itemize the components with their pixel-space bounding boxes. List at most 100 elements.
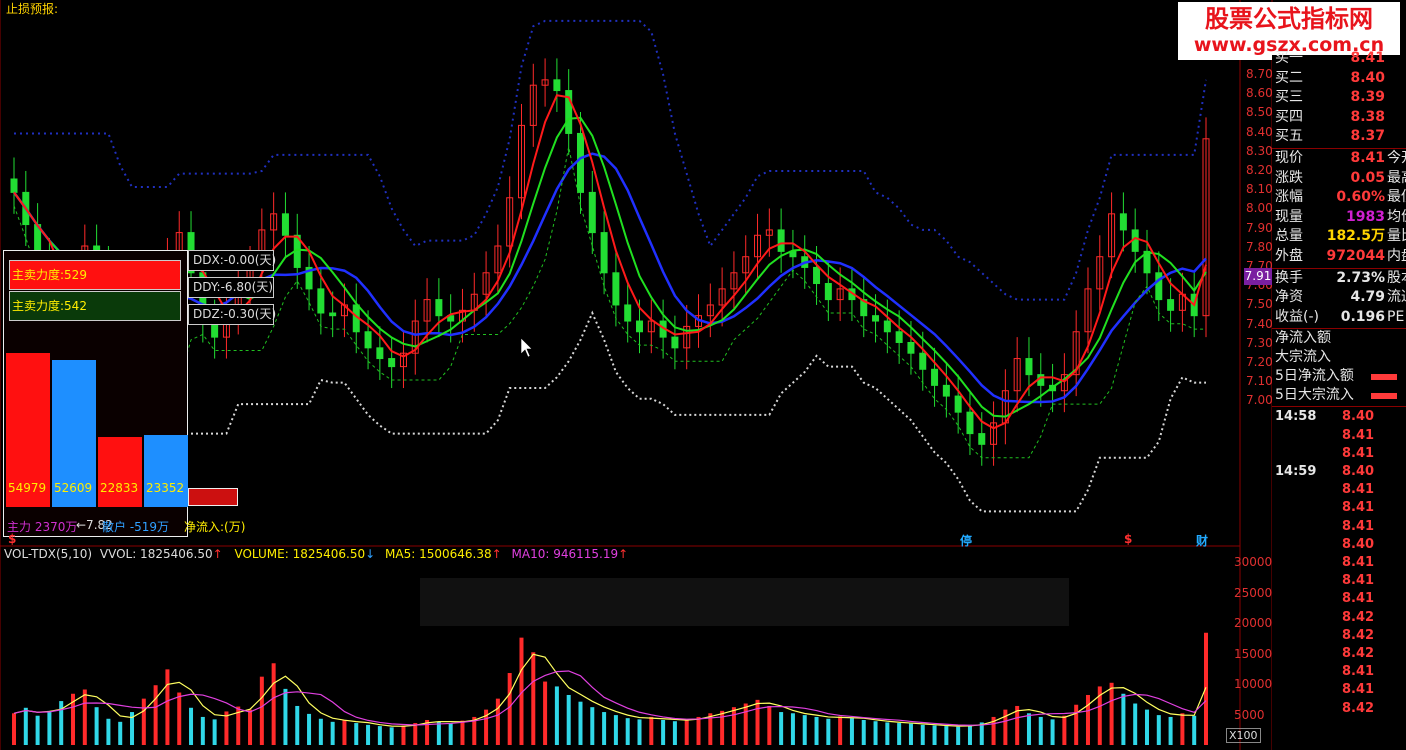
retail-flow: 散户 -519万: [102, 520, 170, 534]
volume-bar: [649, 716, 654, 745]
quote-value: 8.41: [1350, 150, 1385, 166]
flow-indicator-bar: [1371, 374, 1397, 381]
quote-extra-label: 量比: [1387, 228, 1406, 245]
price-tick-label: 7.20: [1246, 355, 1273, 369]
volume-bar: [377, 726, 382, 745]
volume-bar: [307, 713, 312, 745]
volume-bar: [814, 716, 819, 745]
volume-bar: [495, 698, 500, 745]
quote-extra-label: 均价: [1387, 208, 1406, 225]
volume-bar: [967, 724, 972, 745]
volume-bar: [165, 669, 170, 745]
candle-body: [966, 411, 974, 435]
tick-price: 8.42: [1342, 627, 1375, 643]
volume-bar: [897, 723, 902, 745]
price-tick-label: 7.40: [1246, 316, 1273, 331]
price-tick-label: 8.20: [1246, 163, 1273, 177]
stat-row: 收益(-) 0.196 PE: [1275, 308, 1404, 327]
volume-bar: [932, 725, 937, 745]
flow-label: 5日大宗流入: [1275, 387, 1354, 404]
price-tick-label: 8.60: [1246, 86, 1273, 101]
volume-bar: [920, 724, 925, 745]
tick-price: 8.42: [1342, 609, 1375, 625]
quote-value: 4.79: [1350, 289, 1385, 306]
candle-body: [919, 352, 927, 370]
volume-bar: [1133, 703, 1138, 745]
volume-tick-label: 20000: [1234, 616, 1273, 631]
stat-row: 涨跌0.05最高: [1275, 169, 1406, 188]
flow-row: 净流入额: [1275, 329, 1331, 348]
volume-bar: [802, 715, 807, 745]
tick-price: 8.42: [1342, 700, 1375, 716]
volume-bar: [507, 673, 512, 745]
down-arrow-icon: ↓: [365, 547, 376, 561]
volume-bar: [1026, 713, 1031, 745]
volume-bar: [1062, 715, 1067, 745]
quote-panel: 买一8.41买二8.40买三8.39买四8.38买五8.37 现价8.41今开涨跌…: [1272, 50, 1406, 750]
volume-bar: [755, 699, 760, 745]
stat-row: 现量1983均价: [1275, 208, 1406, 227]
candle-body: [824, 283, 832, 301]
quote-value: 0.05: [1350, 169, 1385, 186]
volume-bar: [684, 719, 689, 745]
volume-bar: [826, 718, 831, 745]
volume-unit: X100: [1226, 728, 1261, 743]
price-tick-label: 8.30: [1246, 143, 1273, 158]
candle-body: [600, 232, 608, 274]
tick-price: 8.41: [1342, 591, 1375, 607]
watermark-line1: 股票公式指标网: [1205, 5, 1373, 33]
volume-bar: [283, 688, 288, 745]
candle-body: [1119, 213, 1127, 231]
price-tick-label: 8.70: [1246, 67, 1273, 81]
chart-canvas: [0, 0, 1273, 750]
net-inflow-label: 净流入:(万): [184, 520, 246, 534]
volume-bar: [1109, 682, 1114, 745]
volume-bar: [1168, 716, 1173, 745]
candle-body: [931, 368, 939, 386]
ma10-value: MA10: 946115.19: [511, 547, 619, 561]
stat-row: 总量182.5万量比: [1275, 227, 1406, 246]
tick-price: 8.41: [1342, 427, 1375, 443]
quote-extra-label: 流通: [1387, 289, 1406, 306]
ddx-box: DDX:-0.00(天): [188, 250, 276, 271]
quote-value: 1983: [1346, 208, 1385, 225]
candle-body: [364, 331, 372, 349]
bid-row: 买二 8.40: [1275, 69, 1385, 88]
quote-value: 182.5万: [1326, 228, 1385, 245]
volume-bar: [1192, 715, 1197, 745]
stat-row: 净资4.79流通: [1275, 288, 1406, 307]
candle-body: [10, 178, 18, 193]
flow-bar-value: 54979: [8, 481, 47, 495]
price-tick-label: 8.00: [1246, 201, 1273, 216]
tick-time: 14:58: [1275, 409, 1317, 425]
volume-bar: [566, 694, 571, 745]
volume-bar: [35, 715, 40, 745]
volume-bar: [979, 722, 984, 745]
stop-loss-title: 止损预报:: [6, 2, 59, 16]
tick-time: 14:59: [1275, 464, 1317, 479]
price-tick-label: 7.30: [1246, 335, 1273, 350]
volume-bar: [1144, 709, 1149, 745]
volume-bar: [720, 710, 725, 745]
current-price-marker: 7.91: [1244, 268, 1272, 285]
tick-price: 8.41: [1342, 518, 1375, 534]
volume-bar: [12, 713, 16, 745]
candle-body: [1167, 299, 1175, 311]
stat-row: 外盘972044内盘: [1275, 247, 1406, 266]
volume-bar: [861, 719, 866, 745]
volume-bar: [602, 712, 607, 745]
volume-bar: [1074, 704, 1079, 745]
candle-body: [612, 272, 620, 306]
volume-bar: [413, 723, 418, 745]
tick-price: 8.41: [1342, 664, 1375, 680]
volume-bar: [1003, 709, 1008, 745]
volume-bar: [1038, 716, 1043, 745]
signal-halt: 停: [960, 534, 973, 548]
volume-tick-label: 5000: [1234, 708, 1265, 722]
quote-extra-label: 内盘: [1387, 248, 1406, 264]
tick-price: 8.40: [1342, 536, 1375, 552]
volume-bar: [259, 676, 264, 745]
volume-bar: [696, 716, 701, 745]
vvol-value: VVOL: 1825406.50: [99, 547, 213, 561]
candle-body: [942, 384, 950, 397]
